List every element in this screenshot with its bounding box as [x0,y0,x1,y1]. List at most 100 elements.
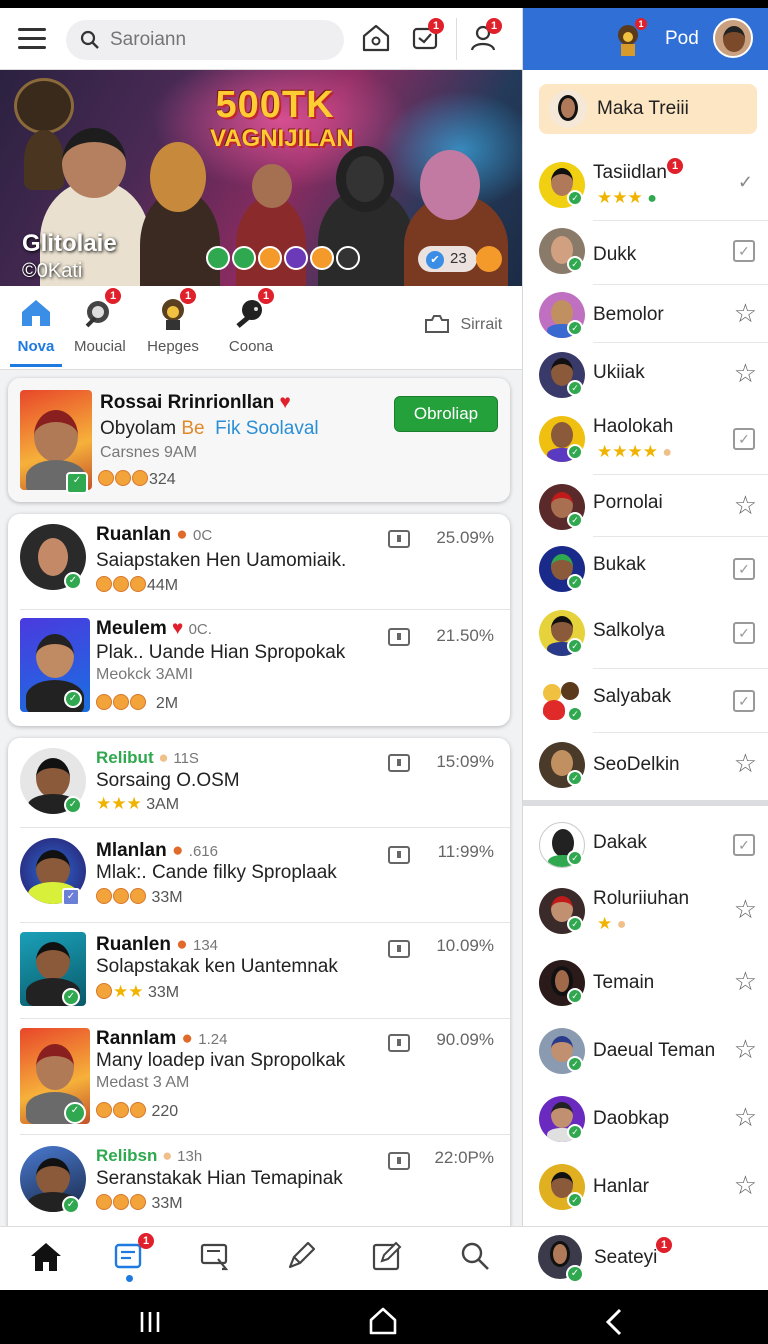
post-author[interactable]: Mlanlan ● .616 [96,840,218,862]
search-icon[interactable] [458,1239,498,1279]
select-checkbox[interactable]: ✓ [733,690,755,712]
person-head [252,164,292,208]
post-reactions[interactable]: 33M [96,1194,183,1213]
home-icon[interactable] [28,1239,68,1279]
tab-nova[interactable]: Nova [10,294,62,367]
home-shield-icon[interactable] [360,22,394,56]
post-author[interactable]: Ruanlan ● 0C [96,524,212,546]
star-icon[interactable]: ☆ [734,1036,757,1062]
bookmark-icon[interactable] [388,628,410,646]
friend-item[interactable]: ✓ Dakak ✓ [523,814,768,880]
post-reactions[interactable]: 2M [96,694,178,713]
featured-link[interactable]: Fik Soolaval [215,418,319,439]
star-icon[interactable]: ☆ [734,750,757,776]
tab-moucial[interactable]: 1 Moucial [74,288,126,355]
pen-icon[interactable] [284,1239,324,1279]
feed-icon[interactable]: 1 [112,1233,154,1282]
star-icon[interactable]: ☆ [734,492,757,518]
active-chat-chip[interactable]: Maka Treiii [539,84,757,134]
online-badge: ✓ [567,512,583,528]
recent-apps-icon[interactable] [138,1310,162,1334]
add-friend-icon[interactable]: 1 [468,18,502,56]
check-icon[interactable]: ✓ [738,172,753,193]
post-text: Plak.. Uande Hian Spropokak [96,642,346,663]
panel-header[interactable]: 1 Pod [523,8,768,70]
user-avatar[interactable] [713,18,753,58]
reaction-row[interactable] [206,246,360,274]
select-checkbox[interactable]: ✓ [733,558,755,580]
post-reactions[interactable]: 220 [96,1102,178,1121]
online-badge: ✓ [567,916,583,932]
post-text: Solapstakak ken Uantemnak [96,956,338,977]
star-icon[interactable]: ☆ [734,1172,757,1198]
check-reaction-icon [232,246,256,270]
hero-subtitle: ©0Kati [22,260,83,282]
divider [20,1134,510,1135]
friend-item[interactable]: ✓ Roluriiuhan ★ ● ☆ [523,880,768,946]
hero-count[interactable]: 23 [418,246,477,272]
header-name: Pod [665,28,699,49]
search-input[interactable] [110,28,330,52]
home-button-icon[interactable] [368,1306,398,1336]
friend-item[interactable]: ✓ Temain ☆ [523,952,768,1018]
post-reactions[interactable]: 44M [96,576,178,595]
select-checkbox[interactable]: ✓ [733,834,755,856]
back-icon[interactable] [602,1308,626,1336]
avatar [549,90,587,128]
friend-item[interactable]: ✓ Ukiiak ☆ [523,344,768,410]
chat-icon[interactable] [198,1239,238,1279]
bookmark-icon[interactable] [388,1034,410,1052]
friend-item[interactable]: ✓ Salkolya ✓ [523,602,768,668]
friend-item[interactable]: ✓ Salyabak ✓ [523,670,768,736]
friend-item[interactable]: ✓ Pornolai ☆ [523,476,768,542]
hero-banner[interactable]: 500TK VAGNIJILAN Glitolaie ©0Kati 23 [0,70,522,286]
bookmark-icon[interactable] [388,940,410,958]
follow-button[interactable]: Obroliap [394,396,498,432]
friend-item[interactable]: ✓ Daobkap ☆ [523,1088,768,1154]
post-reactions[interactable]: 33M [96,888,183,907]
friend-item[interactable]: ✓ Bukak ✓ [523,538,768,604]
post-author[interactable]: Rannlam ● 1.24 [96,1028,228,1050]
bookmark-icon[interactable] [388,846,410,864]
friend-item[interactable]: ✓ Hanlar ☆ [523,1156,768,1222]
post-author[interactable]: Meulem ♥ 0C. [96,618,212,640]
saved-button[interactable]: Sirrait [424,314,502,336]
mascot-icon: 1 [154,288,196,332]
select-checkbox[interactable]: ✓ [733,622,755,644]
select-checkbox[interactable]: ✓ [733,240,755,262]
star-icon[interactable]: ☆ [734,360,757,386]
featured-reactions[interactable]: 324 [98,470,176,489]
search-bar[interactable] [66,20,344,60]
select-checkbox[interactable]: ✓ [733,428,755,450]
bookmark-icon[interactable] [388,530,410,548]
star-icon[interactable]: ☆ [734,896,757,922]
star-icon[interactable]: ☆ [734,1104,757,1130]
compose-icon[interactable] [370,1239,410,1279]
notifications-icon[interactable]: 1 [410,18,444,56]
post-rating[interactable]: ★★★ 3AM [96,794,179,814]
star-icon[interactable]: ☆ [734,300,757,326]
friend-item[interactable]: ✓ SeoDelkin ☆ [523,734,768,800]
post-author[interactable]: Relibut ● 11S [96,748,199,768]
friend-item[interactable]: ✓ Daeual Teman ☆ [523,1020,768,1086]
bookmark-icon[interactable] [388,1152,410,1170]
my-profile-button[interactable]: ✓ Seateyi 1 [538,1235,672,1283]
friend-item[interactable]: ✓ Bemolor ☆ [523,284,768,350]
divider [20,609,510,610]
online-badge: ✓ [567,380,583,396]
featured-post-card[interactable]: ✓ Rossai Rrinrionllan ♥ Obyolam Be Fik S… [8,378,510,502]
star-icon[interactable]: ☆ [734,968,757,994]
bottom-nav: 1 ✓ Seateyi 1 [0,1226,768,1290]
post-author[interactable]: Relibsn ● 13h [96,1146,202,1166]
friend-item[interactable]: ✓ Dukk ✓ [523,220,768,286]
tab-coona[interactable]: 1 Coona [228,288,274,355]
friend-item[interactable]: ✓ Tasiidlan 1 ★★★ ● ✓ [523,154,768,220]
menu-icon[interactable] [18,28,46,50]
tab-hepges[interactable]: 1 Hepges [146,288,200,355]
post-author[interactable]: Ruanlen ● 134 [96,934,218,956]
online-badge: ✓ [62,988,80,1006]
online-badge: ✓ [64,1102,86,1124]
friend-item[interactable]: ✓ Haolokah ★★★★ ● ✓ [523,408,768,474]
bookmark-icon[interactable] [388,754,410,772]
post-reactions[interactable]: ★★ 33M [96,982,179,1002]
